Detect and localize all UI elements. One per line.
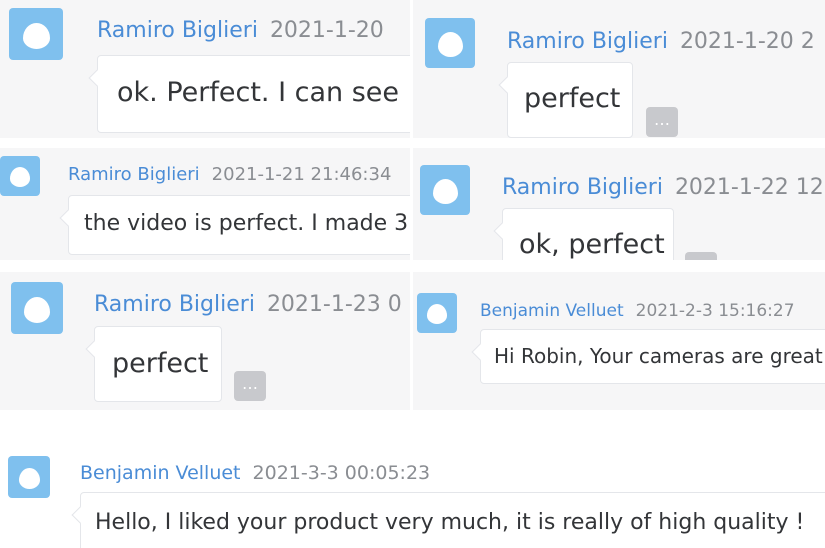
message-header: Benjamin Velluet 2021-2-3 15:16:27 xyxy=(480,301,795,321)
chat-tile: Ramiro Biglieri 2021-1-20 ok. Perfect. I … xyxy=(0,0,410,138)
message-timestamp: 2021-1-20 xyxy=(269,18,384,43)
user-avatar-icon[interactable] xyxy=(11,282,63,334)
user-avatar-icon[interactable] xyxy=(0,156,40,196)
message-header: Ramiro Biglieri 2021-1-22 12 xyxy=(502,175,824,200)
sender-name[interactable]: Benjamin Velluet xyxy=(80,462,241,484)
user-avatar-icon[interactable] xyxy=(417,293,457,333)
more-options-icon[interactable] xyxy=(234,371,266,401)
message-header: Ramiro Biglieri 2021-1-21 21:46:34 xyxy=(68,164,391,185)
message-text: Hi Robin, Your cameras are great! xyxy=(494,344,825,368)
message-text: perfect xyxy=(524,83,621,114)
message-header: Benjamin Velluet 2021-3-3 00:05:23 xyxy=(80,462,430,484)
message-text: perfect xyxy=(112,348,209,379)
chat-tile: Benjamin Velluet 2021-2-3 15:16:27 Hi Rob… xyxy=(413,272,825,410)
user-avatar-icon[interactable] xyxy=(420,165,470,215)
user-avatar-icon[interactable] xyxy=(425,18,475,68)
message-timestamp: 2021-2-3 15:16:27 xyxy=(635,301,795,321)
sender-name[interactable]: Benjamin Velluet xyxy=(480,301,624,321)
sender-name[interactable]: Ramiro Biglieri xyxy=(94,292,255,317)
message-bubble: Hi Robin, Your cameras are great! xyxy=(480,329,825,384)
chat-tile: Ramiro Biglieri 2021-1-20 2 perfect xyxy=(413,0,825,138)
message-header: Ramiro Biglieri 2021-1-23 0 xyxy=(94,292,402,317)
user-avatar-icon[interactable] xyxy=(9,8,63,60)
message-timestamp: 2021-3-3 00:05:23 xyxy=(252,462,431,484)
chat-tile: Ramiro Biglieri 2021-1-22 12 ok, perfect xyxy=(413,148,825,260)
message-bubble: the video is perfect. I made 3 xyxy=(68,195,410,255)
sender-name[interactable]: Ramiro Biglieri xyxy=(507,29,668,54)
message-text: the video is perfect. I made 3 xyxy=(84,211,409,236)
message-bubble: perfect xyxy=(507,62,633,138)
message-timestamp: 2021-1-20 2 xyxy=(679,29,815,54)
message-text: ok. Perfect. I can see xyxy=(117,77,399,108)
sender-name[interactable]: Ramiro Biglieri xyxy=(68,164,200,185)
chat-tile: Benjamin Velluet 2021-3-3 00:05:23 Hello,… xyxy=(0,420,825,548)
message-bubble: ok. Perfect. I can see xyxy=(97,55,410,133)
message-timestamp: 2021-1-22 12 xyxy=(674,175,824,200)
message-bubble: perfect xyxy=(94,326,222,402)
sender-name[interactable]: Ramiro Biglieri xyxy=(97,18,258,43)
message-timestamp: 2021-1-21 21:46:34 xyxy=(211,164,392,185)
sender-name[interactable]: Ramiro Biglieri xyxy=(502,175,663,200)
user-avatar-icon[interactable] xyxy=(8,456,50,498)
message-bubble: ok, perfect xyxy=(502,208,674,260)
more-options-icon[interactable] xyxy=(646,107,678,137)
chat-tile: Ramiro Biglieri 2021-1-21 21:46:34 the vi… xyxy=(0,148,410,260)
message-text: ok, perfect xyxy=(519,229,665,260)
message-bubble: Hello, I liked your product very much, i… xyxy=(80,492,825,548)
message-header: Ramiro Biglieri 2021-1-20 xyxy=(97,18,384,43)
message-header: Ramiro Biglieri 2021-1-20 2 xyxy=(507,29,815,54)
message-timestamp: 2021-1-23 0 xyxy=(266,292,402,317)
more-options-icon[interactable] xyxy=(685,252,717,260)
chat-tile: Ramiro Biglieri 2021-1-23 0 perfect xyxy=(0,272,410,410)
message-text: Hello, I liked your product very much, i… xyxy=(95,510,805,535)
